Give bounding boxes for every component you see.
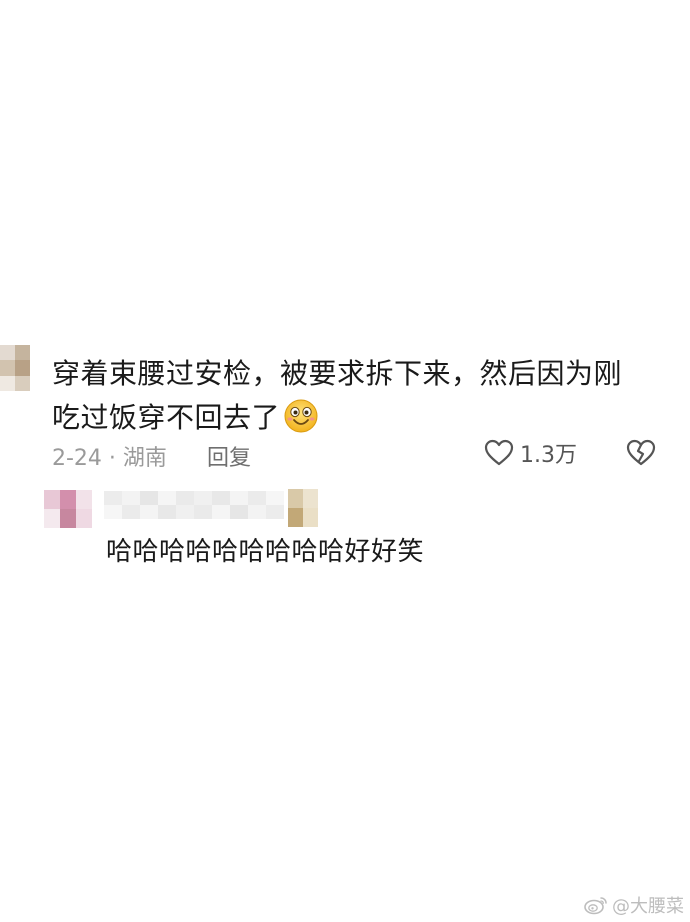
comment-date-location: 2-24 · 湖南 (52, 446, 167, 471)
mosaic-cell (60, 490, 76, 509)
mosaic-cell (212, 505, 230, 519)
mosaic-cell (60, 509, 76, 528)
reply-avatar[interactable] (44, 490, 92, 528)
weibo-icon (584, 897, 607, 915)
like-button[interactable]: 1.3万 (484, 437, 577, 469)
mosaic-cell (194, 505, 212, 519)
mosaic-cell (122, 491, 140, 505)
comment-body: 穿着束腰过安检，被要求拆下来，然后因为刚 吃过饭穿不回去了 (52, 352, 652, 440)
mosaic-cell (0, 375, 15, 391)
watermark-text: @大腰菜 (612, 896, 684, 917)
mosaic-cell (288, 489, 303, 508)
reply-body: 哈哈哈哈哈哈哈哈哈好好笑 (106, 537, 425, 567)
comment-text-line1: 穿着束腰过安检，被要求拆下来，然后因为刚 (52, 357, 623, 390)
mosaic-cell (303, 508, 318, 527)
commenter-avatar[interactable] (0, 345, 30, 391)
mosaic-cell (104, 491, 122, 505)
mosaic-cell (194, 491, 212, 505)
mosaic-cell (230, 505, 248, 519)
mosaic-cell (176, 505, 194, 519)
grinning-face-emoji-icon (284, 399, 318, 433)
mosaic-cell (303, 489, 318, 508)
broken-heart-icon[interactable] (626, 439, 656, 467)
like-count: 1.3万 (520, 443, 577, 468)
mosaic-cell (140, 505, 158, 519)
mosaic-cell (140, 491, 158, 505)
mosaic-cell (0, 345, 15, 361)
comment-meta-row: 2-24 · 湖南 回复 1.3万 (52, 437, 662, 471)
mosaic-cell (104, 505, 122, 519)
mosaic-cell (176, 491, 194, 505)
mosaic-cell (76, 490, 92, 509)
reply-user-badge (288, 489, 318, 527)
mosaic-cell (122, 505, 140, 519)
mosaic-cell (44, 509, 60, 528)
mosaic-cell (158, 491, 176, 505)
mosaic-cell (44, 490, 60, 509)
mosaic-cell (266, 505, 284, 519)
comment-screenshot: 穿着束腰过安检，被要求拆下来，然后因为刚 吃过饭穿不回去了 2-24 · 湖南 … (0, 0, 690, 922)
mosaic-cell (230, 491, 248, 505)
watermark: @大腰菜 (584, 892, 684, 918)
reply-button[interactable]: 回复 (207, 440, 251, 472)
mosaic-cell (15, 360, 30, 376)
mosaic-cell (248, 491, 266, 505)
heart-icon (484, 439, 514, 466)
mosaic-cell (76, 509, 92, 528)
mosaic-cell (0, 360, 15, 376)
mosaic-cell (266, 491, 284, 505)
comment-text-line2: 吃过饭穿不回去了 (52, 401, 281, 434)
mosaic-cell (288, 508, 303, 527)
reply-username[interactable] (104, 491, 284, 519)
mosaic-cell (158, 505, 176, 519)
mosaic-cell (15, 375, 30, 391)
mosaic-cell (212, 491, 230, 505)
mosaic-cell (248, 505, 266, 519)
mosaic-cell (15, 345, 30, 361)
